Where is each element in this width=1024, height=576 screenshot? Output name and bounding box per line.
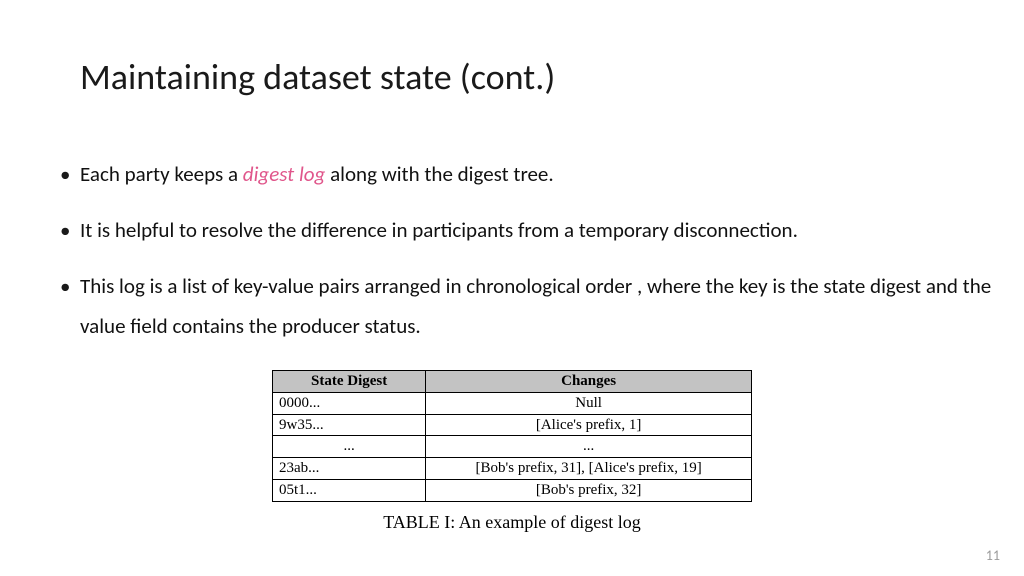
- table-row: ... ...: [273, 436, 752, 458]
- bullet-item: It is helpful to resolve the difference …: [60, 211, 1010, 251]
- bullet-item: Each party keeps a digest log along with…: [60, 155, 1010, 195]
- cell-digest: 9w35...: [273, 414, 426, 436]
- bullet-list: Each party keeps a digest log along with…: [60, 155, 1010, 363]
- cell-changes: ...: [426, 436, 752, 458]
- table-caption: TABLE I: An example of digest log: [272, 512, 752, 533]
- text: Each party keeps a: [80, 161, 243, 187]
- cell-digest: 05t1...: [273, 479, 426, 501]
- digest-log-table: State Digest Changes 0000... Null 9w35..…: [272, 370, 752, 502]
- table-header-row: State Digest Changes: [273, 371, 752, 393]
- text: It is helpful to resolve the difference …: [80, 217, 798, 243]
- col-state-digest: State Digest: [273, 371, 426, 393]
- page-number: 11: [986, 547, 1000, 564]
- digest-log-table-wrap: State Digest Changes 0000... Null 9w35..…: [272, 370, 752, 533]
- cell-digest: ...: [273, 436, 426, 458]
- cell-digest: 23ab...: [273, 458, 426, 480]
- cell-changes: [Bob's prefix, 32]: [426, 479, 752, 501]
- slide-title: Maintaining dataset state (cont.): [80, 55, 555, 99]
- col-changes: Changes: [426, 371, 752, 393]
- text: This log is a list of key-value pairs ar…: [80, 273, 991, 339]
- table-row: 23ab... [Bob's prefix, 31], [Alice's pre…: [273, 458, 752, 480]
- slide: Maintaining dataset state (cont.) Each p…: [0, 0, 1024, 576]
- cell-changes: [Alice's prefix, 1]: [426, 414, 752, 436]
- text: along with the digest tree.: [325, 161, 553, 187]
- table-row: 0000... Null: [273, 392, 752, 414]
- table-row: 9w35... [Alice's prefix, 1]: [273, 414, 752, 436]
- bullet-item: This log is a list of key-value pairs ar…: [60, 267, 1010, 347]
- highlight-term: digest log: [243, 161, 326, 187]
- cell-changes: [Bob's prefix, 31], [Alice's prefix, 19]: [426, 458, 752, 480]
- cell-digest: 0000...: [273, 392, 426, 414]
- cell-changes: Null: [426, 392, 752, 414]
- table-row: 05t1... [Bob's prefix, 32]: [273, 479, 752, 501]
